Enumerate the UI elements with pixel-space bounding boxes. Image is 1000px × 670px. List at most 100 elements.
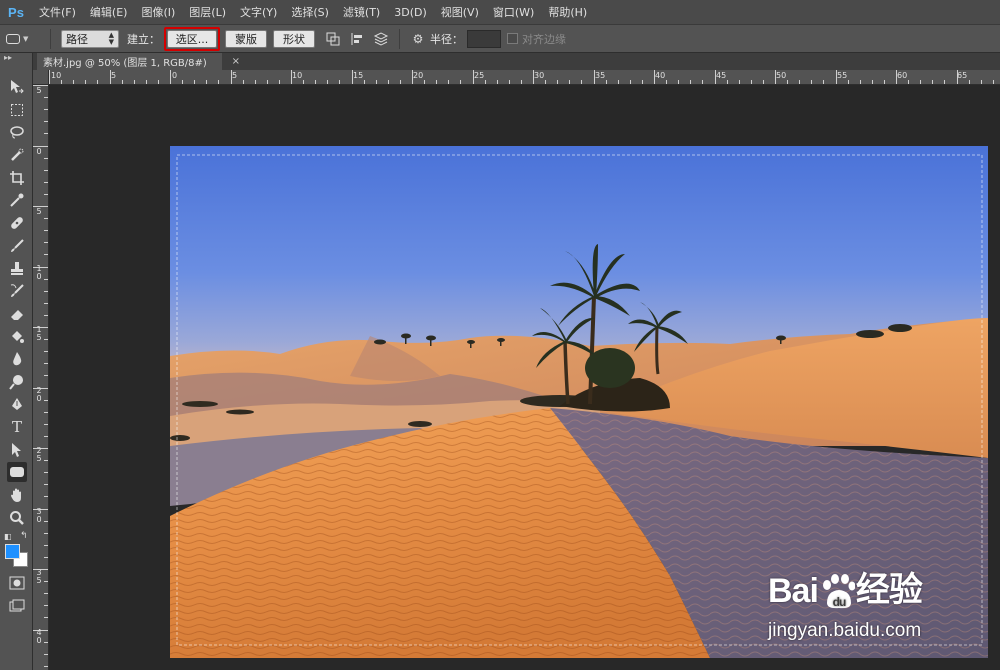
ruler-label: 20 <box>413 71 424 80</box>
svg-text:du: du <box>833 595 846 609</box>
crop-tool-icon[interactable] <box>7 168 27 188</box>
ruler-label: 5 <box>36 86 42 95</box>
ruler-label: 3 0 <box>36 507 42 524</box>
document-tab-bar: 素材.jpg @ 50% (图层 1, RGB/8#) × <box>33 53 1000 70</box>
ruler-label: 0 <box>172 71 178 80</box>
path-arrangement-icon[interactable] <box>373 31 389 47</box>
eyedropper-tool-icon[interactable] <box>7 190 27 210</box>
path-select-tool-icon[interactable] <box>7 440 27 460</box>
ruler-label: 55 <box>837 71 848 80</box>
radius-label: 半径： <box>430 32 463 46</box>
menu-select[interactable]: 选择(S) <box>284 0 336 25</box>
zoom-tool-icon[interactable] <box>7 508 27 528</box>
ruler-label: 2 5 <box>36 446 42 463</box>
align-edges-label: 对齐边缘 <box>522 32 566 46</box>
make-mask-button[interactable]: 蒙版 <box>225 29 267 48</box>
watermark-brand-right: 经验 <box>855 571 923 609</box>
healing-brush-tool-icon[interactable] <box>7 213 27 233</box>
type-tool-icon[interactable]: T <box>7 417 27 437</box>
ruler-label: 65 <box>957 71 968 80</box>
updown-icon: ▲ ▼ <box>108 30 114 46</box>
ruler-label: 45 <box>716 71 727 80</box>
watermark-brand-left: Bai <box>768 572 819 610</box>
options-bar: ▼ 路径 ▲ ▼ 建立： 选区... 蒙版 形状 ⚙ 半径： 对齐边缘 <box>0 25 1000 53</box>
quick-mask-icon[interactable] <box>7 573 27 593</box>
ruler-label: 1 0 <box>36 264 42 281</box>
menu-file[interactable]: 文件(F) <box>32 0 83 25</box>
highlight-box: 选区... <box>164 26 220 51</box>
ruler-label: 25 <box>474 71 485 80</box>
menu-3d[interactable]: 3D(D) <box>387 0 434 25</box>
radius-input[interactable] <box>467 29 501 48</box>
ruler-label: 10 <box>51 71 62 80</box>
dodge-tool-icon[interactable] <box>7 372 27 392</box>
ruler-label: 30 <box>534 71 545 80</box>
lasso-tool-icon[interactable] <box>7 122 27 142</box>
make-label: 建立： <box>127 32 160 46</box>
menu-image[interactable]: 图像(I) <box>134 0 182 25</box>
menu-layer[interactable]: 图层(L) <box>182 0 233 25</box>
tool-preset-picker[interactable]: ▼ <box>6 29 46 49</box>
path-operations-icon[interactable] <box>325 31 341 47</box>
brush-tool-icon[interactable] <box>7 236 27 256</box>
vertical-ruler[interactable]: 5 0 5 1 0 1 5 2 0 2 5 3 0 3 5 4 0 <box>33 85 49 670</box>
baidu-jingyan-watermark: Bai du 经验 jingyan.baidu.com <box>768 562 978 652</box>
swap-colors-icon[interactable]: ↰ <box>20 531 28 541</box>
ruler-label: 5 <box>36 207 42 216</box>
watermark-url: jingyan.baidu.com <box>768 620 922 641</box>
menu-bar: Ps 文件(F) 编辑(E) 图像(I) 图层(L) 文字(Y) 选择(S) 滤… <box>0 0 1000 25</box>
photoshop-window: Ps 文件(F) 编辑(E) 图像(I) 图层(L) 文字(Y) 选择(S) 滤… <box>0 0 1000 670</box>
ruler-label: 5 <box>111 71 117 80</box>
ruler-label: 60 <box>897 71 908 80</box>
ruler-origin[interactable] <box>33 70 49 85</box>
menu-type[interactable]: 文字(Y) <box>233 0 284 25</box>
ruler-label: 10 <box>292 71 303 80</box>
document-tab[interactable]: 素材.jpg @ 50% (图层 1, RGB/8#) × <box>37 53 240 70</box>
tool-mode-select[interactable]: 路径 ▲ ▼ <box>61 29 119 48</box>
history-brush-tool-icon[interactable] <box>7 281 27 301</box>
foreground-color-swatch[interactable] <box>5 544 20 559</box>
ruler-label: 35 <box>595 71 606 80</box>
pen-tool-icon[interactable] <box>7 395 27 415</box>
blur-tool-icon[interactable] <box>7 349 27 369</box>
ruler-label: 40 <box>655 71 666 80</box>
rounded-rect-tool-icon[interactable] <box>7 462 27 482</box>
menu-filter[interactable]: 滤镜(T) <box>336 0 387 25</box>
quick-select-tool-icon[interactable] <box>7 145 27 165</box>
horizontal-ruler[interactable]: 10 5 0 5 10 15 20 25 30 35 40 45 50 55 6… <box>49 70 1000 85</box>
hand-tool-icon[interactable] <box>7 485 27 505</box>
close-icon[interactable]: × <box>232 56 240 67</box>
ruler-label: 1 5 <box>36 325 42 342</box>
ruler-label: 2 0 <box>36 386 42 403</box>
chevron-down-icon: ▼ <box>23 34 29 43</box>
horizontal-ruler-ticks <box>49 70 994 84</box>
eraser-tool-icon[interactable] <box>7 304 27 324</box>
ruler-label: 15 <box>353 71 364 80</box>
menu-edit[interactable]: 编辑(E) <box>83 0 135 25</box>
align-edges-checkbox[interactable] <box>507 33 518 44</box>
expand-icon[interactable]: ▸▸ <box>0 53 32 63</box>
rounded-rect-icon <box>6 33 20 44</box>
ruler-label: 5 <box>232 71 238 80</box>
ruler-label: 50 <box>776 71 787 80</box>
paint-bucket-tool-icon[interactable] <box>7 327 27 347</box>
default-colors-icon[interactable]: ◧ <box>4 532 12 541</box>
path-alignment-icon[interactable] <box>349 31 365 47</box>
stamp-tool-icon[interactable] <box>7 259 27 279</box>
paw-icon: du <box>822 574 855 609</box>
move-tool-icon[interactable] <box>7 77 27 97</box>
menu-help[interactable]: 帮助(H) <box>541 0 594 25</box>
gear-icon[interactable]: ⚙ <box>410 31 426 47</box>
menu-window[interactable]: 窗口(W) <box>486 0 541 25</box>
screen-mode-icon[interactable] <box>7 596 27 616</box>
toolbox: ▸▸ T ◧ ↰ <box>0 53 33 670</box>
make-shape-button[interactable]: 形状 <box>273 29 315 48</box>
app-logo: Ps <box>8 4 24 20</box>
ruler-label: 0 <box>36 147 42 156</box>
tool-mode-value: 路径 <box>66 32 88 46</box>
document-tab-title: 素材.jpg @ 50% (图层 1, RGB/8#) <box>43 58 207 69</box>
make-selection-button[interactable]: 选区... <box>167 29 217 48</box>
marquee-tool-icon[interactable] <box>7 100 27 120</box>
watermark-logo: Bai du 经验 <box>768 562 978 611</box>
menu-view[interactable]: 视图(V) <box>434 0 486 25</box>
